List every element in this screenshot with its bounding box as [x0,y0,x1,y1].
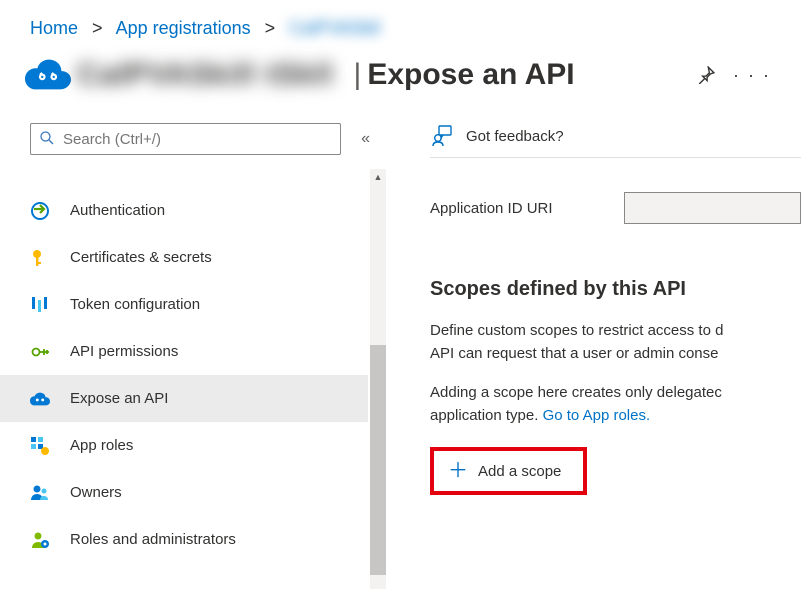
scrollbar-up-icon[interactable]: ▲ [370,169,386,185]
sidebar-item-api-permissions[interactable]: API permissions [0,328,368,375]
add-scope-button[interactable]: ＋ Add a scope [430,447,587,495]
roles-admins-icon [30,530,50,550]
more-icon[interactable]: · · · [733,65,771,86]
add-scope-label: Add a scope [478,463,561,480]
page-title-redacted: CalPVASkill tSkll [77,58,344,92]
go-to-app-roles-link[interactable]: Go to App roles. [543,407,651,424]
expose-api-icon [30,389,50,409]
search-icon [39,130,57,148]
sidebar-item-token-config[interactable]: Token configuration [0,281,368,328]
app-id-uri-label: Application ID URI [430,200,624,217]
sidebar-item-roles-admins[interactable]: Roles and administrators [0,516,368,563]
sidebar-item-label: API permissions [70,343,178,360]
sidebar-item-owners[interactable]: Owners [0,469,368,516]
sidebar: « ▲ Authentication Certificates & secret… [0,123,400,589]
sidebar-item-certificates[interactable]: Certificates & secrets [0,234,368,281]
sidebar-item-label: Authentication [70,202,165,219]
sidebar-item-app-roles[interactable]: App roles [0,422,368,469]
page-title: Expose an API [367,58,574,92]
sidebar-item-label: Roles and administrators [70,531,236,548]
search-input[interactable] [63,131,332,148]
scopes-desc-2: Adding a scope here creates only delegat… [430,381,801,427]
breadcrumb-current[interactable]: CalPVASkll [289,18,380,39]
app-cloud-icon [25,57,71,93]
scopes-desc-1: Define custom scopes to restrict access … [430,319,801,365]
owners-icon [30,483,50,503]
api-permissions-icon [30,342,50,362]
token-icon [30,295,50,315]
breadcrumb-sep: > [260,18,281,38]
sidebar-item-authentication[interactable]: Authentication [0,187,368,234]
sidebar-item-label: Owners [70,484,122,501]
sidebar-item-label: Expose an API [70,390,168,407]
divider [430,157,801,158]
feedback-label: Got feedback? [466,128,564,145]
scrollbar-thumb[interactable] [370,345,386,575]
breadcrumb: Home > App registrations > CalPVASkll [0,0,801,45]
feedback-icon [430,125,452,147]
pin-icon[interactable] [697,66,715,84]
plus-icon: ＋ [448,461,468,481]
authentication-icon [30,201,50,221]
breadcrumb-home[interactable]: Home [30,18,78,38]
app-id-uri-row: Application ID URI [430,192,801,224]
main-content: Got feedback? Application ID URI Scopes … [400,123,801,589]
key-icon [30,248,50,268]
sidebar-item-expose-api[interactable]: Expose an API [0,375,368,422]
collapse-sidebar-icon[interactable]: « [361,130,370,148]
scopes-heading: Scopes defined by this API [430,278,801,301]
sidebar-item-label: Certificates & secrets [70,249,212,266]
page-title-separator: | [344,58,368,92]
feedback-button[interactable]: Got feedback? [430,123,801,157]
breadcrumb-sep: > [87,18,108,38]
sidebar-item-label: App roles [70,437,133,454]
app-id-uri-input[interactable] [624,192,801,224]
search-box[interactable] [30,123,341,155]
sidebar-item-label: Token configuration [70,296,200,313]
app-roles-icon [30,436,50,456]
breadcrumb-appreg[interactable]: App registrations [116,18,251,38]
page-title-row: CalPVASkill tSkll | Expose an API · · · [0,45,801,123]
